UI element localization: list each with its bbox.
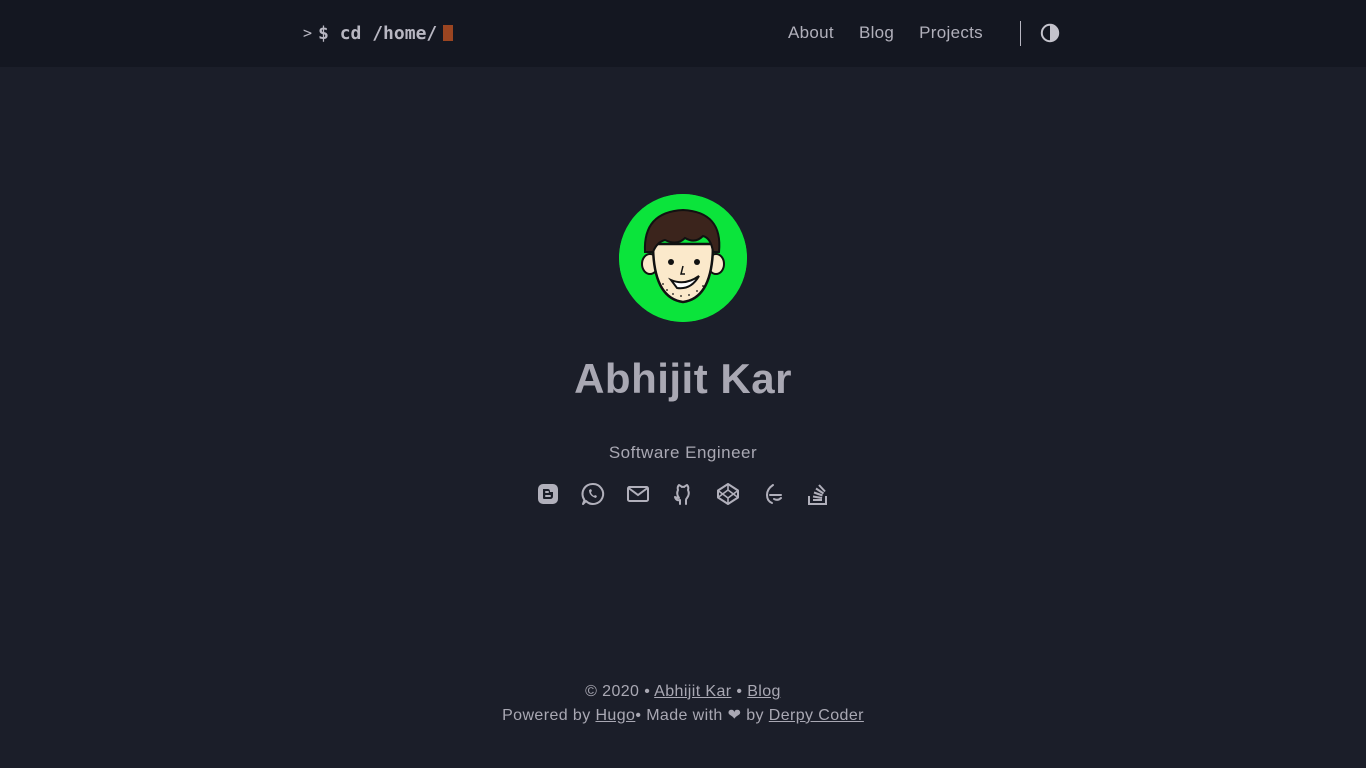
footer-copyright: © 2020 • [585,683,651,700]
profile-name: Abhijit Kar [574,355,792,402]
freecodecamp-icon[interactable] [760,481,786,507]
footer-hugo-link[interactable]: Hugo [595,707,635,724]
avatar [619,194,747,322]
main-nav: About Blog Projects [788,22,1008,44]
site-footer: © 2020 • Abhijit Kar • Blog Powered by H… [0,680,1366,728]
social-links [535,481,850,507]
footer-blog-link[interactable]: Blog [747,683,781,700]
whatsapp-icon[interactable] [580,481,606,507]
logo-cursor [443,25,454,41]
footer-line-2: Powered by Hugo• Made with ❤ by Derpy Co… [0,704,1366,728]
footer-powered-by: Powered by [502,707,591,724]
github-icon[interactable] [670,481,696,507]
nav-blog[interactable]: Blog [859,23,894,43]
footer-author-link[interactable]: Abhijit Kar [654,683,731,700]
blogger-icon[interactable] [535,481,561,507]
nav-projects[interactable]: Projects [919,23,983,43]
avatar-cartoon-face-icon [619,194,747,322]
stackoverflow-icon[interactable] [805,481,831,507]
footer-line-1: © 2020 • Abhijit Kar • Blog [0,680,1366,704]
footer-separator: • [736,683,743,700]
nav-about[interactable]: About [788,23,834,43]
footer-made-with: Made with ❤ by [646,707,764,724]
footer-derpy-link[interactable]: Derpy Coder [769,707,864,724]
profile-tagline: Software Engineer [608,443,758,462]
mail-icon[interactable] [625,481,651,507]
codepen-icon[interactable] [715,481,741,507]
site-logo[interactable]: > $ cd /home/ [303,21,454,45]
logo-prompt: > [303,24,313,42]
contrast-icon[interactable] [1040,23,1060,43]
site-header: > $ cd /home/ About Blog Projects [0,0,1366,67]
logo-text: $ cd /home/ [318,22,438,44]
nav-divider [1020,21,1021,46]
footer-separator: • [635,707,642,724]
